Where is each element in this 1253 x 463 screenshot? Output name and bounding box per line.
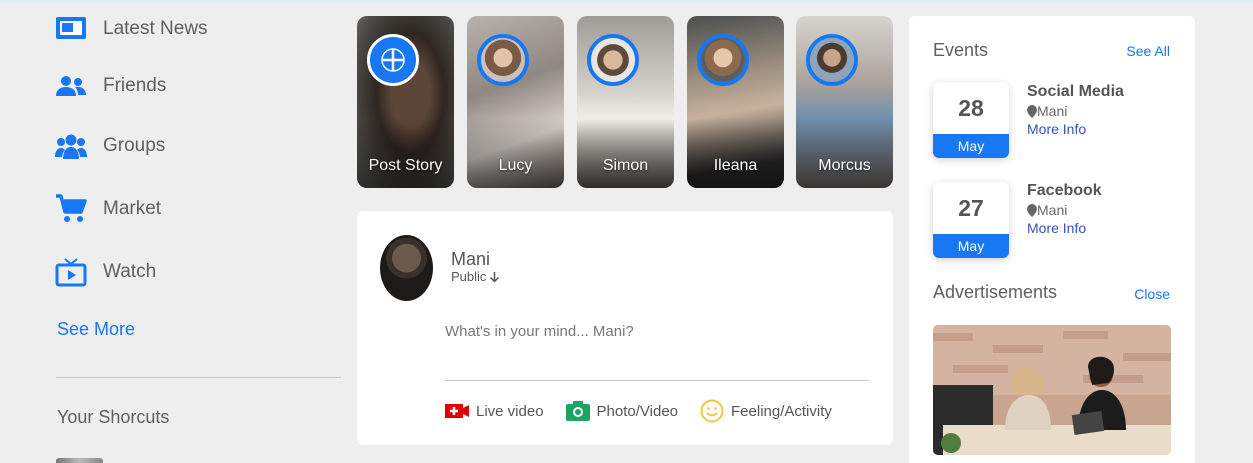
cart-icon: [54, 192, 88, 226]
smiley-icon: [700, 399, 724, 423]
arrow-down-icon: [490, 271, 500, 283]
sidebar-item-label: Market: [103, 198, 162, 219]
advertisements-heading: Advertisements: [933, 282, 1058, 302]
event-month: May: [933, 134, 1009, 158]
shortcuts-heading: Your Shorcuts: [57, 407, 170, 427]
sidebar-item-label: Friends: [103, 75, 167, 96]
sidebar-item-label: Watch: [103, 261, 157, 282]
live-video-icon: [445, 403, 469, 419]
action-label: Photo/Video: [596, 402, 679, 420]
post-input[interactable]: What's in your mind... Mani?: [445, 323, 634, 340]
left-sidebar: Latest News Friends Groups Market Watch …: [0, 3, 345, 463]
see-more-link[interactable]: See More: [57, 319, 135, 340]
story-avatar: [587, 34, 639, 86]
event-title: Facebook: [1027, 182, 1102, 199]
story-card-morcus[interactable]: Morcus: [796, 16, 893, 188]
story-name: Post Story: [368, 157, 443, 174]
live-video-button[interactable]: Live video: [445, 403, 544, 420]
event-day: 27: [958, 194, 984, 221]
privacy-label: Public: [451, 269, 487, 284]
location-pin-icon: [1027, 104, 1037, 118]
story-card-ileana[interactable]: Ileana: [687, 16, 784, 188]
event-info: Social Media Mani More Info: [1027, 83, 1124, 137]
feeling-activity-button[interactable]: Feeling/Activity: [700, 399, 832, 423]
more-info-link[interactable]: More Info: [1027, 220, 1102, 236]
action-label: Feeling/Activity: [731, 402, 832, 420]
sidebar-item-latest-news[interactable]: Latest News: [54, 11, 208, 47]
tv-icon: [54, 255, 88, 289]
add-story-icon[interactable]: [367, 34, 419, 86]
event-day: 28: [958, 94, 984, 121]
story-card-simon[interactable]: Simon: [577, 16, 674, 188]
sidebar-item-label: Groups: [103, 135, 166, 156]
story-name: Ileana: [713, 157, 758, 174]
story-name: Simon: [602, 157, 649, 174]
sidebar-item-watch[interactable]: Watch: [54, 254, 156, 290]
story-card-post-story[interactable]: Post Story: [357, 16, 454, 188]
advertisement-image[interactable]: [933, 325, 1171, 455]
event-date-badge: 27 May: [933, 182, 1009, 258]
sidebar-item-groups[interactable]: Groups: [54, 128, 165, 164]
news-icon: [54, 12, 88, 46]
story-avatar: [806, 34, 858, 86]
close-ads-link[interactable]: Close: [1134, 286, 1170, 302]
friends-icon: [54, 69, 88, 103]
story-name: Morcus: [818, 157, 871, 174]
post-user-name: Mani: [451, 249, 491, 269]
story-avatar: [697, 34, 749, 86]
location-pin-icon: [1027, 203, 1037, 217]
groups-icon: [54, 129, 88, 163]
more-info-link[interactable]: More Info: [1027, 121, 1124, 137]
post-composer: Mani Public What's in your mind... Mani?…: [357, 211, 893, 445]
see-all-link[interactable]: See All: [1126, 43, 1170, 59]
event-month: May: [933, 234, 1009, 258]
event-info: Facebook Mani More Info: [1027, 182, 1102, 236]
story-avatar: [477, 34, 529, 86]
shortcut-thumbnail[interactable]: [56, 458, 103, 463]
right-panel: Events See All 28 May Social Media Mani …: [909, 16, 1195, 463]
photo-video-button[interactable]: Photo/Video: [565, 401, 679, 421]
sidebar-item-market[interactable]: Market: [54, 191, 161, 227]
story-card-lucy[interactable]: Lucy: [467, 16, 564, 188]
privacy-selector[interactable]: Public: [451, 269, 500, 284]
sidebar-divider: [56, 377, 341, 378]
sidebar-item-friends[interactable]: Friends: [54, 68, 166, 104]
event-location: Mani: [1027, 103, 1124, 119]
post-divider: [445, 380, 869, 381]
event-date-badge: 28 May: [933, 82, 1009, 158]
post-actions: Live video Photo/Video Feeling/Activity: [445, 399, 854, 423]
user-avatar[interactable]: [380, 235, 433, 301]
events-heading: Events: [933, 40, 989, 60]
event-location: Mani: [1027, 202, 1102, 218]
event-title: Social Media: [1027, 83, 1124, 100]
story-name: Lucy: [498, 157, 533, 174]
camera-icon: [565, 401, 590, 421]
sidebar-item-label: Latest News: [103, 18, 208, 39]
action-label: Live video: [476, 402, 544, 420]
